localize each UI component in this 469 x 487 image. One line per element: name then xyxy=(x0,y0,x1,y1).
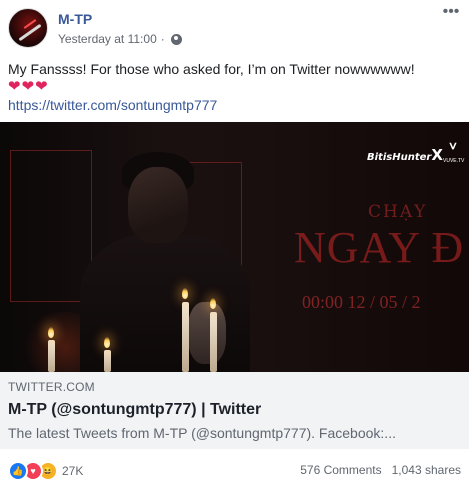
heart-emoji-icon: ❤ xyxy=(35,78,48,95)
like-icon: 👍 xyxy=(8,461,28,481)
post-header: M-TP Yesterday at 11:00 · ••• xyxy=(8,4,461,50)
image-text-ngay: NGAY Đ xyxy=(294,223,465,272)
image-text-date: 00:00 12 / 05 / 2 xyxy=(302,292,421,312)
candle xyxy=(210,312,217,372)
flame xyxy=(104,337,110,348)
facebook-post: M-TP Yesterday at 11:00 · ••• My Fanssss… xyxy=(0,0,469,487)
bitishunter-logo: BitisHunterX xyxy=(367,146,443,164)
candle xyxy=(182,302,189,372)
post-text-line: My Fanssss! For those who asked for, I’m… xyxy=(8,61,415,77)
vuve-text: VUVE.TV xyxy=(443,158,465,164)
link-preview-image[interactable]: CHẠY NGAY Đ 00:00 12 / 05 / 2 BitisHunte… xyxy=(0,122,469,372)
author-name[interactable]: M-TP xyxy=(58,11,92,27)
heart-emoji-icon: ❤ xyxy=(21,78,35,95)
globe-icon[interactable] xyxy=(170,33,182,45)
meta-separator: · xyxy=(160,32,165,46)
author-avatar[interactable] xyxy=(8,8,48,48)
link-preview[interactable]: CHẠY NGAY Đ 00:00 12 / 05 / 2 BitisHunte… xyxy=(0,122,469,449)
link-preview-caption[interactable]: TWITTER.COM M-TP (@sontungmtp777) | Twit… xyxy=(8,380,461,442)
vuve-logo: ⱽ VUVE.TV xyxy=(443,141,465,168)
image-frame xyxy=(10,150,92,302)
more-options-icon[interactable]: ••• xyxy=(441,4,461,20)
post-meta: Yesterday at 11:00 · xyxy=(58,32,182,46)
heart-emojis: ❤ ❤ ❤ xyxy=(8,78,461,96)
post-text: My Fanssss! For those who asked for, I’m… xyxy=(8,60,461,114)
flame xyxy=(48,327,54,338)
post-stats: 576 Comments 1,043 shares xyxy=(300,463,461,477)
person-hand xyxy=(188,302,226,364)
person-head xyxy=(128,167,188,243)
brand-text: BitisHunter xyxy=(367,152,432,163)
post-link[interactable]: https://twitter.com/sontungmtp777 xyxy=(8,96,461,114)
candle xyxy=(104,350,111,372)
post-timestamp[interactable]: Yesterday at 11:00 xyxy=(58,32,157,46)
candle xyxy=(48,340,55,372)
post-footer: 👍 ♥ 😆 27K 576 Comments 1,043 shares xyxy=(8,459,461,481)
comments-count[interactable]: 576 Comments xyxy=(300,463,381,477)
link-description: The latest Tweets from M-TP (@sontungmtp… xyxy=(8,425,396,441)
heart-emoji-icon: ❤ xyxy=(8,78,21,95)
link-title[interactable]: M-TP (@sontungmtp777) | Twitter xyxy=(8,400,461,420)
vuve-symbol-icon: ⱽ xyxy=(449,141,457,158)
reaction-summary[interactable]: 👍 ♥ 😆 27K xyxy=(8,461,83,481)
flame xyxy=(210,298,216,309)
shares-count[interactable]: 1,043 shares xyxy=(392,463,461,477)
brand-x: X xyxy=(431,146,443,164)
link-domain: TWITTER.COM xyxy=(8,380,95,394)
image-text-chay: CHẠY xyxy=(368,202,428,222)
avatar-graphic xyxy=(18,23,42,42)
flame xyxy=(182,288,188,299)
reaction-count[interactable]: 27K xyxy=(62,464,83,478)
